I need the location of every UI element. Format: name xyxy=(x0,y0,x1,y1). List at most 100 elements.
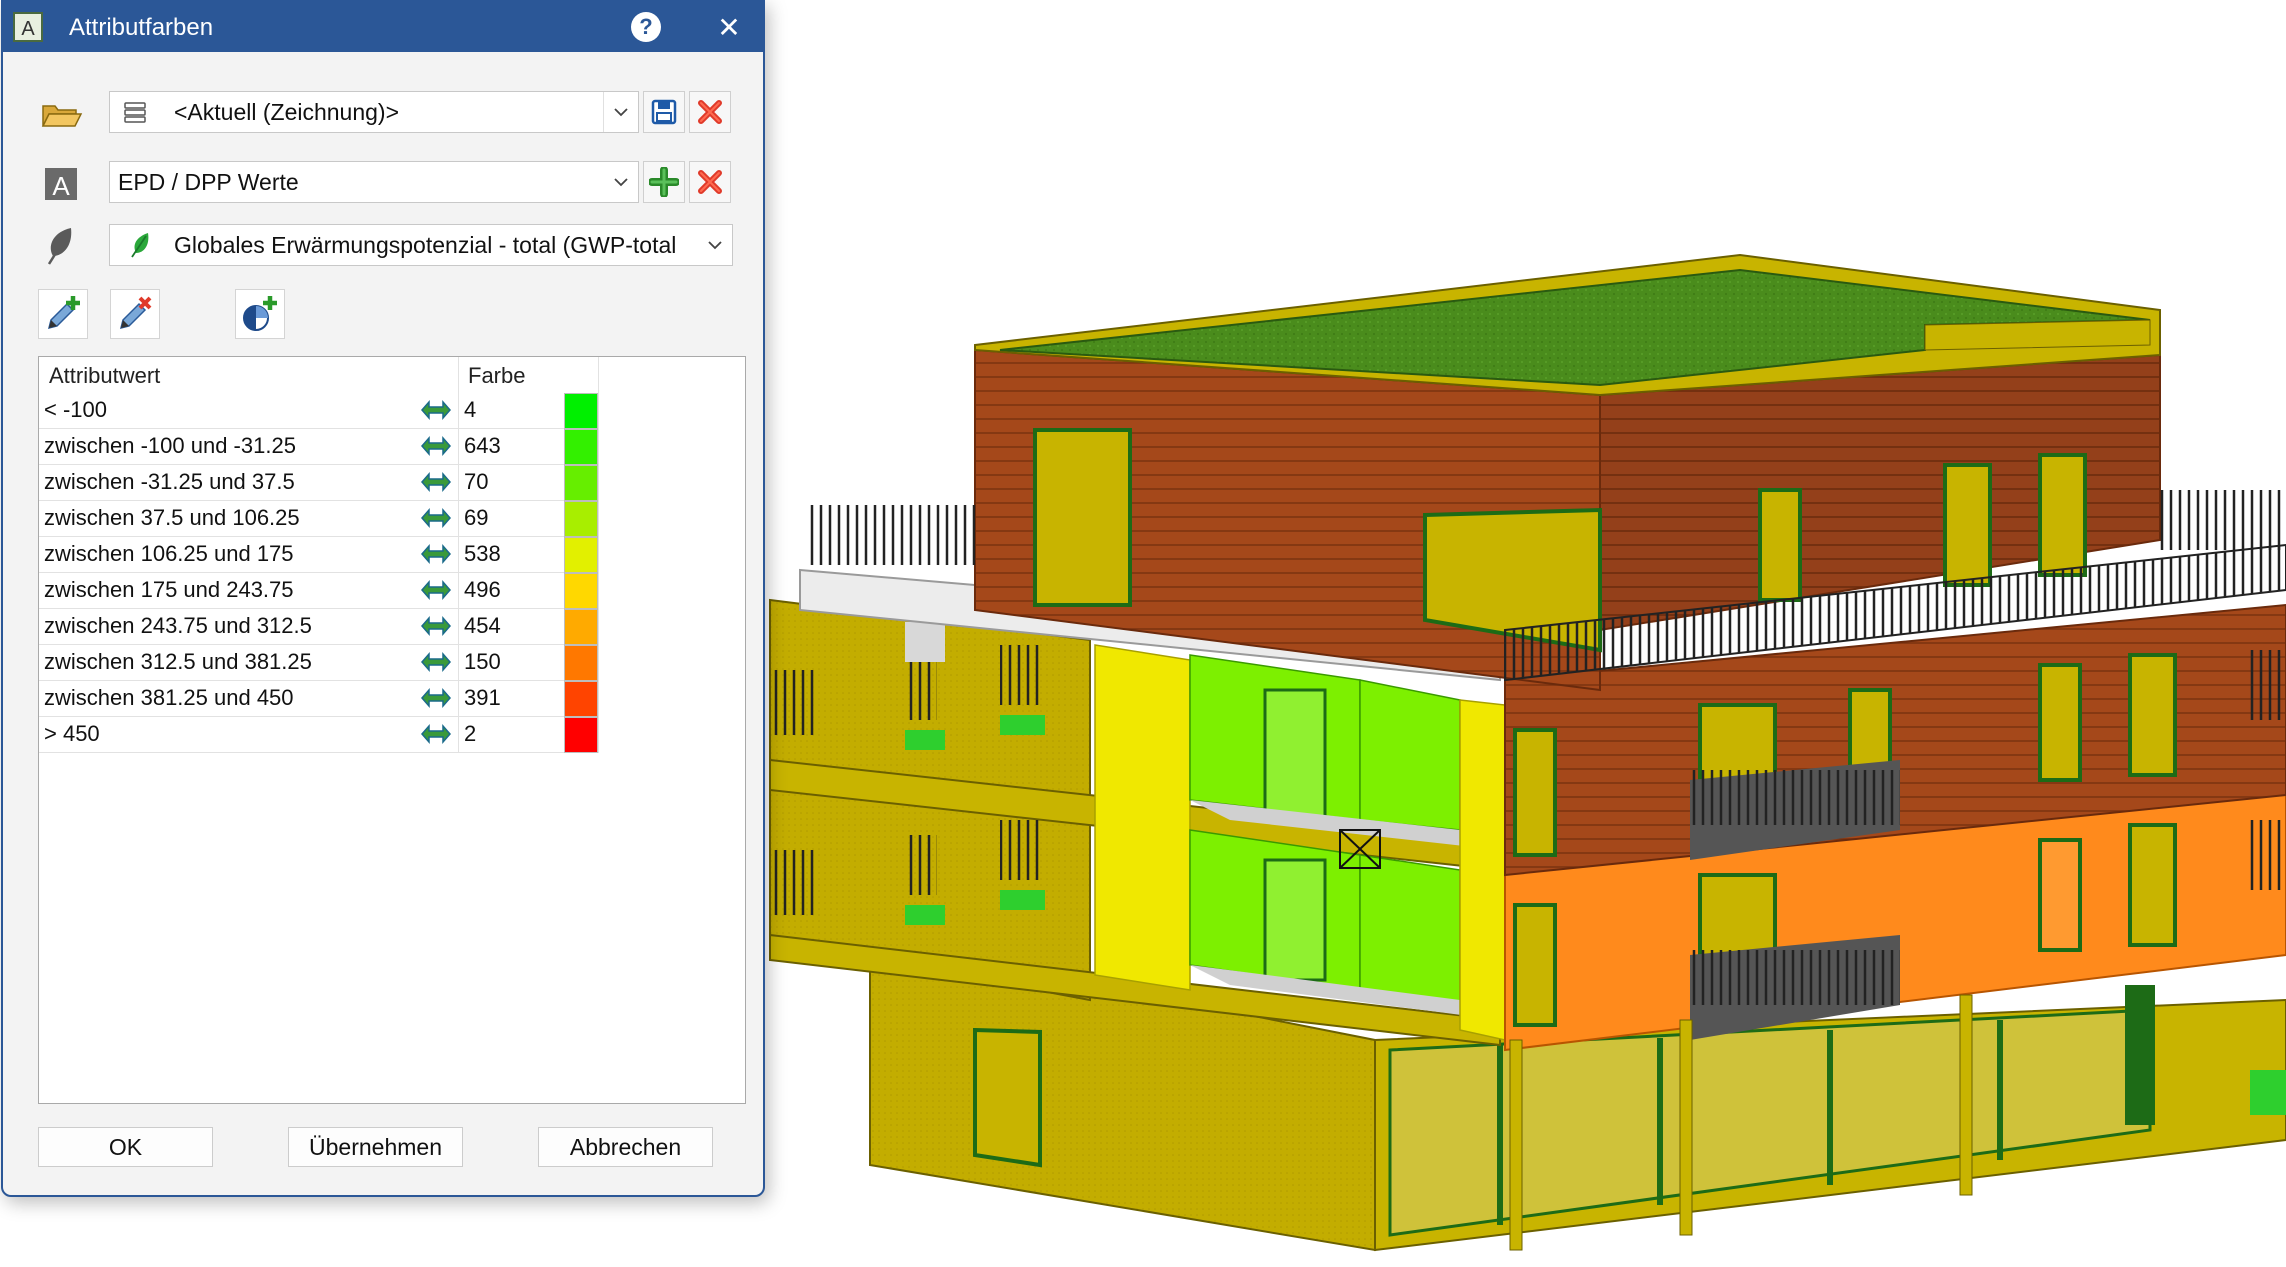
chevron-down-icon[interactable] xyxy=(604,162,638,202)
table-row[interactable]: zwischen 106.25 und 175 538 xyxy=(39,537,599,573)
table-row[interactable]: zwischen 37.5 und 106.25 69 xyxy=(39,501,599,537)
cancel-button[interactable]: Abbrechen xyxy=(538,1127,713,1167)
leaf-icon xyxy=(47,228,72,265)
ok-button[interactable]: OK xyxy=(38,1127,213,1167)
element-count-cell: 454 xyxy=(464,613,501,638)
table-row[interactable]: < -100 4 xyxy=(39,393,599,429)
element-count-cell: 391 xyxy=(464,685,501,710)
delete-favorite-button[interactable] xyxy=(689,91,731,133)
table-row[interactable]: zwischen 381.25 und 450 391 xyxy=(39,681,599,717)
attribute-color-table[interactable]: Attributwert Farbe < -100 4 zwischen -100 … xyxy=(38,356,746,1104)
color-swatch[interactable] xyxy=(564,501,598,537)
ground-door xyxy=(973,1027,1042,1168)
table-row[interactable]: zwischen -31.25 und 37.5 70 xyxy=(39,465,599,501)
help-button[interactable]: ? xyxy=(631,12,661,42)
swap-arrows-icon[interactable] xyxy=(419,721,453,747)
color-swatch[interactable] xyxy=(564,645,598,681)
railing-left-1 xyxy=(770,670,815,735)
database-icon xyxy=(124,102,146,123)
attribute-value-cell: zwischen 381.25 und 450 xyxy=(44,685,294,710)
color-swatch[interactable] xyxy=(564,429,598,465)
screen: A Attributfarben ? ✕ <Aktuell (Zeichnung… xyxy=(0,0,2286,1267)
attribute-value: Globales Erwärmungspotenzial - total (GW… xyxy=(174,232,677,258)
color-swatch[interactable] xyxy=(564,537,598,573)
swap-arrows-icon[interactable] xyxy=(419,469,453,495)
remove-color-pen-icon xyxy=(119,296,152,330)
railing-left-2 xyxy=(770,850,815,915)
element-count-cell: 70 xyxy=(464,469,489,494)
table-row[interactable]: zwischen 243.75 und 312.5 454 xyxy=(39,609,599,645)
table-row[interactable]: > 450 2 xyxy=(39,717,599,753)
add-color-range-button[interactable] xyxy=(38,289,88,339)
color-swatch[interactable] xyxy=(564,717,598,753)
color-swatch[interactable] xyxy=(564,609,598,645)
add-color-scheme-button[interactable] xyxy=(235,289,285,339)
swap-arrows-icon[interactable] xyxy=(419,433,453,459)
railing-terrace-left xyxy=(805,505,975,565)
attribute-value-cell: < -100 xyxy=(44,397,107,422)
remove-color-range-button[interactable] xyxy=(110,289,160,339)
folder-open-icon[interactable] xyxy=(39,92,83,136)
add-color-scheme-icon xyxy=(243,296,277,331)
element-count-cell: 69 xyxy=(464,505,489,530)
attribute-value-cell: zwischen 243.75 und 312.5 xyxy=(44,613,312,638)
table-row[interactable]: zwischen -100 und -31.25 643 xyxy=(39,429,599,465)
color-swatch[interactable] xyxy=(564,393,598,429)
color-swatch[interactable] xyxy=(564,573,598,609)
element-count-cell: 150 xyxy=(464,649,501,674)
element-count-cell: 538 xyxy=(464,541,501,566)
save-button[interactable] xyxy=(643,91,685,133)
attribute-value-cell: zwischen -31.25 und 37.5 xyxy=(44,469,295,494)
attribute-value-cell: > 450 xyxy=(44,721,100,746)
add-attribute-button[interactable] xyxy=(643,161,685,203)
delete-attribute-button[interactable] xyxy=(689,161,731,203)
attribute-combo[interactable]: Globales Erwärmungspotenzial - total (GW… xyxy=(109,224,733,266)
swap-arrows-icon[interactable] xyxy=(419,505,453,531)
favorite-set-combo[interactable]: <Aktuell (Zeichnung)> xyxy=(109,91,639,133)
dialog-title: Attributfarben xyxy=(69,14,214,41)
attribute-value-cell: zwischen 37.5 und 106.25 xyxy=(44,505,300,530)
element-count-cell: 4 xyxy=(464,397,477,422)
chevron-down-icon[interactable] xyxy=(603,92,638,132)
attribute-value-cell: zwischen 312.5 und 381.25 xyxy=(44,649,312,674)
swap-arrows-icon[interactable] xyxy=(419,541,453,567)
svg-text:A: A xyxy=(52,171,70,201)
loggia-wall-green-right-upper xyxy=(1359,679,1461,831)
app-icon: A xyxy=(13,12,43,42)
element-count-cell: 2 xyxy=(464,721,477,746)
table-row[interactable]: zwischen 175 und 243.75 496 xyxy=(39,573,599,609)
color-swatch[interactable] xyxy=(564,681,598,717)
attribute-value-cell: zwischen -100 und -31.25 xyxy=(44,433,296,458)
attribute-value-cell: zwischen 106.25 und 175 xyxy=(44,541,294,566)
svg-text:A: A xyxy=(21,18,35,40)
swap-arrows-icon[interactable] xyxy=(419,649,453,675)
attribute-colors-dialog: A Attributfarben ? ✕ <Aktuell (Zeichnung… xyxy=(1,0,765,1197)
delete-icon xyxy=(698,100,722,124)
table-row[interactable]: zwischen 312.5 und 381.25 150 xyxy=(39,645,599,681)
title-bar[interactable]: A Attributfarben ? ✕ xyxy=(3,2,763,52)
save-icon xyxy=(651,99,677,125)
attribute-set-combo[interactable]: EPD / DPP Werte xyxy=(109,161,639,203)
swap-arrows-icon[interactable] xyxy=(419,685,453,711)
color-swatch[interactable] xyxy=(564,465,598,501)
attribute-set-value: EPD / DPP Werte xyxy=(118,169,299,195)
element-count-cell: 643 xyxy=(464,433,501,458)
swap-arrows-icon[interactable] xyxy=(419,613,453,639)
favorite-set-value: <Aktuell (Zeichnung)> xyxy=(174,99,400,125)
add-icon xyxy=(649,167,679,197)
element-count-cell: 496 xyxy=(464,577,501,602)
header-color: Farbe xyxy=(468,363,526,388)
apply-button[interactable]: Übernehmen xyxy=(288,1127,463,1167)
header-attribute-value: Attributwert xyxy=(49,363,161,388)
attribute-letter-icon: A xyxy=(45,168,77,201)
swap-arrows-icon[interactable] xyxy=(419,577,453,603)
leaf-green-icon xyxy=(131,233,149,258)
loggia-wall-green-right-lower xyxy=(1359,854,1461,1011)
swap-arrows-icon[interactable] xyxy=(419,397,453,423)
attribute-value-cell: zwischen 175 und 243.75 xyxy=(44,577,294,602)
chevron-down-icon[interactable] xyxy=(698,225,732,265)
add-color-pen-icon xyxy=(47,296,80,330)
delete-icon xyxy=(698,170,722,194)
loggia-wall-yellow xyxy=(1094,644,1191,991)
close-button[interactable]: ✕ xyxy=(709,8,749,48)
